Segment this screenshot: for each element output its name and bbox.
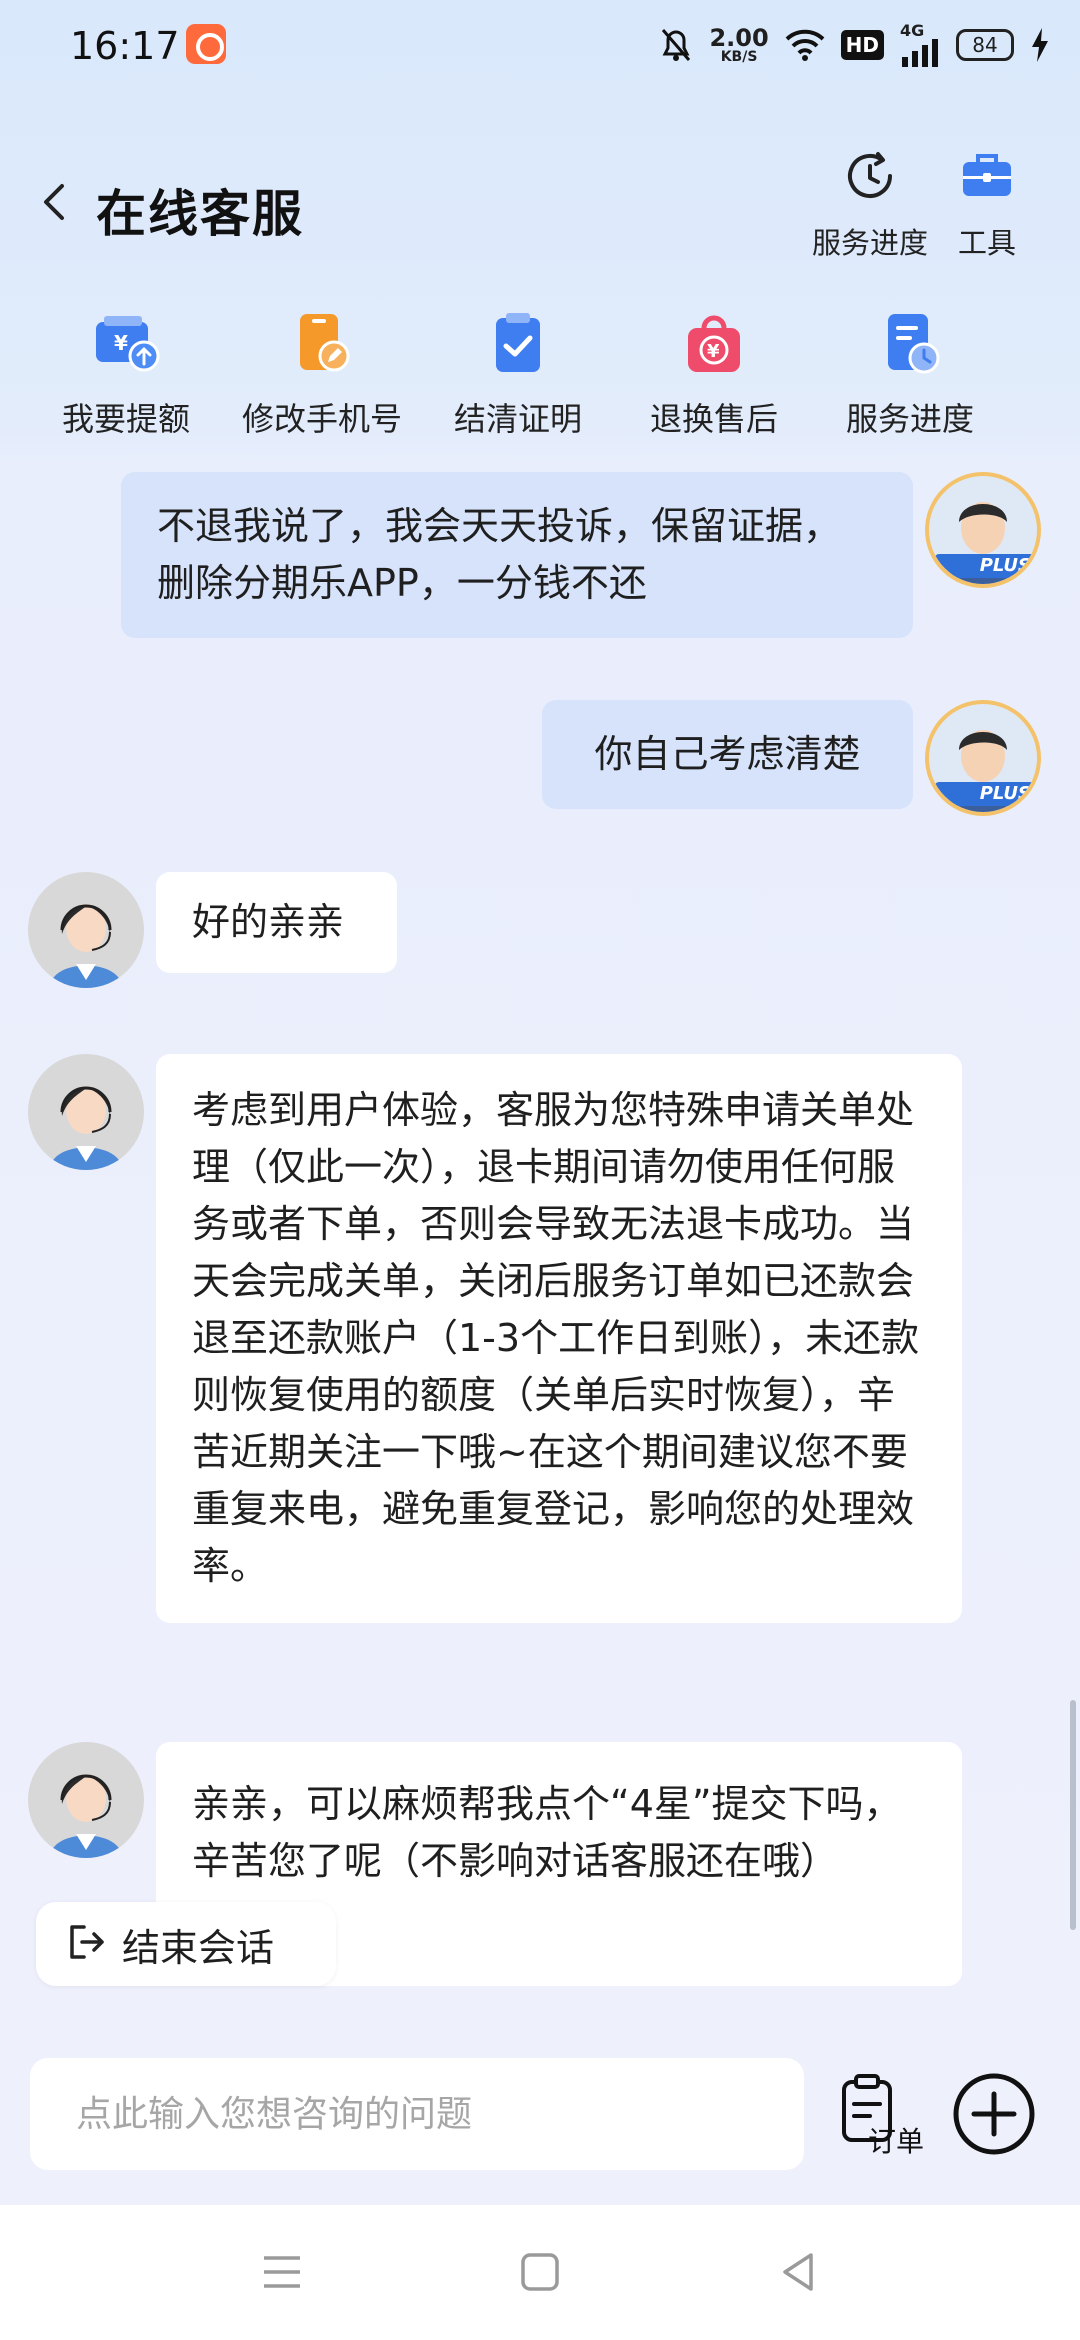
quick-action-service-progress[interactable]: 服务进度 bbox=[810, 310, 1010, 440]
message-text: 你自己考虑清楚 bbox=[594, 732, 861, 776]
hd-badge: HD bbox=[840, 30, 884, 60]
agent-avatar bbox=[28, 1054, 144, 1170]
network-speed: 2.00 KB/S bbox=[709, 26, 768, 64]
charging-icon bbox=[1030, 22, 1050, 68]
system-nav-bar bbox=[0, 2205, 1080, 2340]
quick-action-label: 结清证明 bbox=[453, 400, 582, 438]
message-text: 不退我说了，我会天天投诉，保留证据，删除分期乐APP，一分钱不还 bbox=[157, 504, 842, 605]
mute-bell-icon bbox=[659, 22, 693, 68]
signal-label: 4G bbox=[900, 21, 925, 40]
network-speed-unit: KB/S bbox=[720, 49, 758, 65]
network-speed-value: 2.00 bbox=[709, 24, 769, 52]
header-service-progress-label: 服务进度 bbox=[812, 226, 929, 260]
battery-level: 84 bbox=[972, 33, 998, 57]
clock-refresh-icon bbox=[842, 148, 898, 208]
quick-action-label: 我要提额 bbox=[61, 400, 190, 438]
clipboard-check-icon bbox=[482, 310, 554, 380]
status-bar: 16:17 2.00 KB/S HD 4G 84 bbox=[0, 0, 1080, 96]
page-title: 在线客服 bbox=[96, 185, 304, 243]
header-tools-button[interactable]: 工具 bbox=[958, 148, 1016, 262]
end-session-button[interactable]: 结束会话 bbox=[36, 1902, 336, 1986]
home-nav-button[interactable] bbox=[510, 2247, 570, 2297]
header-tools-label: 工具 bbox=[958, 226, 1017, 260]
status-icons: 2.00 KB/S HD 4G 84 bbox=[659, 20, 1050, 70]
bag-refund-icon: ¥ bbox=[678, 310, 750, 380]
exit-icon bbox=[66, 1921, 108, 1967]
svg-text:¥: ¥ bbox=[707, 341, 720, 362]
menu-nav-button[interactable] bbox=[252, 2247, 312, 2297]
user-message-bubble: 你自己考虑清楚 bbox=[542, 700, 913, 809]
status-time: 16:17 bbox=[70, 24, 180, 68]
wifi-icon bbox=[785, 22, 825, 68]
quick-action-change-phone[interactable]: 修改手机号 bbox=[222, 310, 422, 440]
quick-action-settlement-proof[interactable]: 结清证明 bbox=[418, 310, 618, 440]
plus-member-badge: PLUS bbox=[935, 554, 1037, 578]
toolbox-icon bbox=[959, 148, 1015, 208]
chat-scrollbar[interactable] bbox=[1070, 1700, 1076, 1930]
user-avatar[interactable]: PLUS bbox=[925, 700, 1041, 816]
agent-message-bubble: 考虑到用户体验，客服为您特殊申请关单处理（仅此一次），退卡期间请勿使用任何服务或… bbox=[156, 1054, 962, 1623]
quick-actions: ¥ 我要提额 修改手机号 结清证明 ¥ 退换售后 服务进度 bbox=[0, 310, 1080, 450]
user-message-bubble: 不退我说了，我会天天投诉，保留证据，删除分期乐APP，一分钱不还 bbox=[121, 472, 913, 638]
header-service-progress-button[interactable]: 服务进度 bbox=[812, 148, 928, 262]
order-label: 订单 bbox=[868, 2125, 925, 2158]
header: 在线客服 服务进度 工具 bbox=[0, 130, 1080, 280]
svg-text:¥: ¥ bbox=[114, 331, 128, 355]
message-text: 考虑到用户体验，客服为您特殊申请关单处理（仅此一次），退卡期间请勿使用任何服务或… bbox=[192, 1088, 920, 1588]
battery-indicator: 84 bbox=[956, 29, 1014, 61]
agent-message-bubble: 好的亲亲 bbox=[156, 872, 397, 973]
message-text: 亲亲，可以麻烦帮我点个“4星”提交下吗，辛苦您了呢（不影响对话客服还在哦） bbox=[192, 1782, 902, 1883]
end-session-label: 结束会话 bbox=[122, 1925, 275, 1970]
doc-clock-icon bbox=[874, 310, 946, 380]
agent-avatar bbox=[28, 1742, 144, 1858]
question-input[interactable] bbox=[30, 2058, 804, 2170]
quick-action-label: 修改手机号 bbox=[241, 400, 402, 438]
quick-action-label: 服务进度 bbox=[845, 400, 974, 438]
user-avatar[interactable]: PLUS bbox=[925, 472, 1041, 588]
message-text: 好的亲亲 bbox=[192, 900, 345, 944]
quick-action-label: 退换售后 bbox=[649, 400, 778, 438]
signal-icon: 4G bbox=[900, 22, 940, 68]
order-button[interactable]: 订单 bbox=[838, 2072, 928, 2168]
wallet-up-icon: ¥ bbox=[90, 310, 162, 380]
add-more-button[interactable] bbox=[952, 2072, 1036, 2156]
plus-circle-icon bbox=[952, 2073, 1036, 2160]
quick-action-raise-limit[interactable]: ¥ 我要提额 bbox=[26, 310, 226, 440]
back-nav-button[interactable] bbox=[768, 2247, 828, 2297]
phone-edit-icon bbox=[286, 310, 358, 380]
plus-member-badge: PLUS bbox=[935, 782, 1037, 806]
app-notification-icon bbox=[186, 24, 226, 64]
agent-avatar bbox=[28, 872, 144, 988]
chat-message-list[interactable]: 不退我说了，我会天天投诉，保留证据，删除分期乐APP，一分钱不还 PLUS 你自… bbox=[0, 460, 1080, 2060]
back-arrow-icon[interactable] bbox=[34, 180, 78, 224]
quick-action-returns[interactable]: ¥ 退换售后 bbox=[614, 310, 814, 440]
